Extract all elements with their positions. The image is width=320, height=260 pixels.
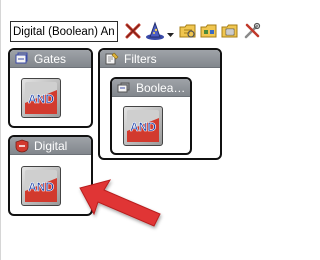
wizard-hat-icon: [145, 21, 165, 41]
boolean-panel-title: Boolean...: [136, 80, 190, 95]
and-label: AND: [28, 180, 54, 194]
boolean-panel: Boolean... AND: [110, 77, 192, 155]
boolean-icon: [117, 81, 131, 95]
tools-icon: [243, 22, 261, 40]
window-left-edge: [0, 0, 1, 260]
digital-icon: [15, 139, 29, 153]
and-gate-icon: AND: [24, 81, 58, 115]
gates-panel-title: Gates: [34, 51, 67, 66]
boolean-panel-header[interactable]: Boolean...: [112, 79, 190, 97]
and-label: AND: [28, 92, 54, 106]
and-gate-tile[interactable]: AND: [123, 106, 163, 146]
folder-stack-icon: [221, 23, 239, 39]
and-gate-icon: AND: [126, 109, 160, 143]
and-label: AND: [130, 120, 156, 134]
folder-stack-button[interactable]: [219, 20, 241, 42]
filters-panel: Filters Boolean... AND: [98, 48, 222, 160]
gates-panel: Gates AND: [8, 48, 93, 128]
filters-panel-title: Filters: [124, 51, 157, 66]
gates-icon: [15, 52, 29, 66]
digital-panel-title: Digital: [34, 138, 68, 153]
tools-button[interactable]: [241, 20, 263, 42]
wizard-dropdown-arrow[interactable]: [167, 27, 174, 37]
open-folder-icon: [179, 23, 197, 39]
filters-icon: [105, 52, 119, 66]
digital-panel-header[interactable]: Digital: [10, 137, 91, 155]
and-gate-tile[interactable]: AND: [21, 78, 61, 118]
annotation-arrow-icon: [76, 176, 166, 239]
gates-panel-header[interactable]: Gates: [10, 50, 91, 68]
search-input[interactable]: [10, 21, 118, 42]
wizard-button[interactable]: [144, 20, 166, 42]
open-folder-button[interactable]: [177, 20, 199, 42]
filters-panel-header[interactable]: Filters: [100, 50, 220, 68]
and-gate-tile[interactable]: AND: [21, 166, 61, 206]
clear-filter-button[interactable]: [122, 20, 144, 42]
clear-filter-icon: [124, 22, 142, 40]
and-gate-icon: AND: [24, 169, 58, 203]
folder-group-icon: [200, 23, 218, 39]
folder-group-button[interactable]: [198, 20, 220, 42]
